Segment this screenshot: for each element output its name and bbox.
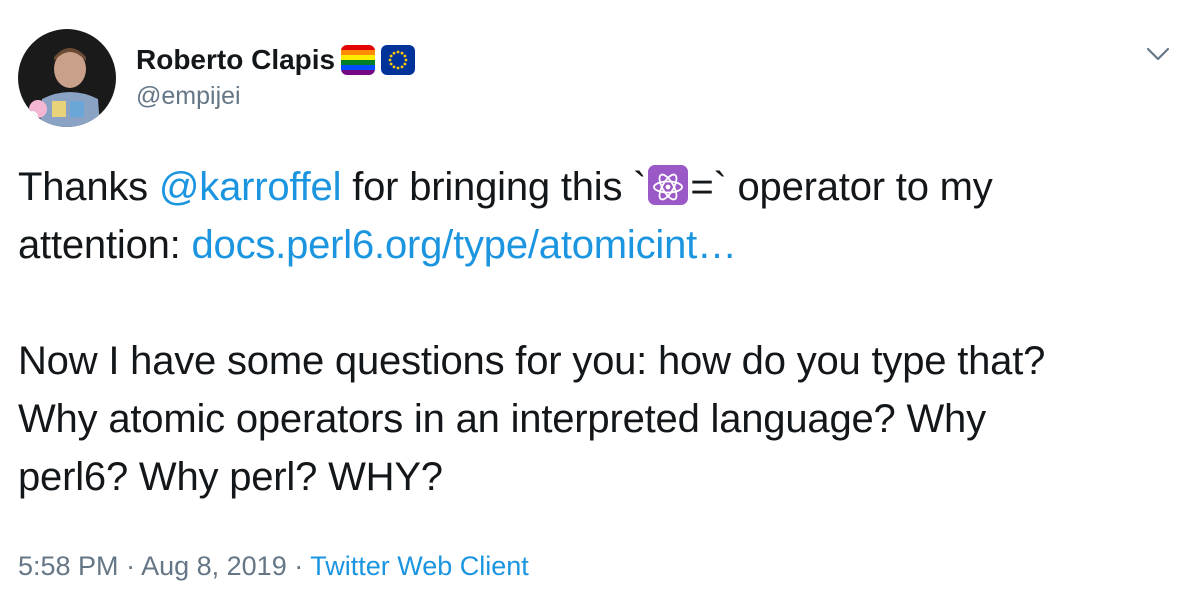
tweet-text-segment: Thanks xyxy=(18,165,159,209)
author-display-name-row: Roberto Clapis xyxy=(136,42,416,78)
author-name[interactable]: Roberto Clapis xyxy=(136,42,335,78)
tweet-line: Thanks @karroffel for bringing this ` =`… xyxy=(18,158,1178,216)
meta-separator: · xyxy=(286,551,311,581)
eu-flag-icon xyxy=(381,45,416,75)
tweet-text-segment: =` operator to my xyxy=(690,165,993,209)
chevron-down-icon[interactable] xyxy=(1144,44,1172,64)
avatar-photo xyxy=(18,29,116,127)
tweet-line: Why atomic operators in an interpreted l… xyxy=(18,397,986,441)
rainbow-flag-icon xyxy=(341,45,376,75)
mention-link[interactable]: @karroffel xyxy=(159,165,342,209)
tweet-line: perl6? Why perl? WHY? xyxy=(18,455,443,499)
tweet-text: Thanks @karroffel for bringing this ` =`… xyxy=(18,158,1178,506)
author-handle[interactable]: @empijei xyxy=(136,80,241,112)
atom-icon xyxy=(648,165,689,205)
tweet-line: Now I have some questions for you: how d… xyxy=(18,339,1046,383)
url-link[interactable]: docs.perl6.org/type/atomicint… xyxy=(191,223,737,267)
tweet-line: attention: docs.perl6.org/type/atomicint… xyxy=(18,216,1178,274)
client-link[interactable]: Twitter Web Client xyxy=(310,551,529,581)
tweet-time[interactable]: 5:58 PM xyxy=(18,551,119,581)
tweet-text-segment: attention: xyxy=(18,223,192,267)
tweet-meta: 5:58 PM · Aug 8, 2019 · Twitter Web Clie… xyxy=(18,548,529,584)
tweet-date[interactable]: Aug 8, 2019 xyxy=(141,551,287,581)
meta-separator: · xyxy=(118,551,142,581)
tweet-text-segment: for bringing this ` xyxy=(341,165,647,209)
avatar[interactable] xyxy=(18,29,116,127)
